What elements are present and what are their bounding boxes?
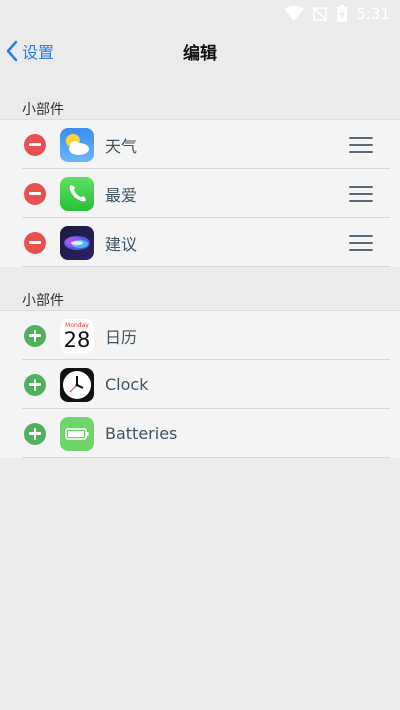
- drag-handle[interactable]: [349, 234, 373, 251]
- back-label: 设置: [22, 43, 55, 62]
- add-button[interactable]: [24, 324, 46, 347]
- item-label: 日历: [105, 327, 138, 347]
- item-label: 建议: [105, 234, 138, 254]
- list-item: Clock: [0, 360, 400, 409]
- battery-icon: [60, 416, 94, 451]
- add-button[interactable]: [24, 422, 46, 445]
- active-widgets-list: 天气 最爱 建议: [0, 119, 400, 267]
- no-signal-icon: [313, 7, 328, 21]
- remove-button[interactable]: [24, 182, 46, 205]
- page-title: 编辑: [183, 43, 217, 64]
- section-header-active: 小部件: [22, 102, 64, 118]
- list-item: Batteries: [0, 409, 400, 458]
- item-label: Batteries: [105, 424, 178, 443]
- list-item: 建议: [0, 218, 400, 267]
- siri-icon: [60, 225, 94, 260]
- chevron-left-icon: [6, 40, 18, 62]
- remove-button[interactable]: [24, 231, 46, 254]
- status-time: 5:31: [356, 5, 390, 23]
- list-item: 天气: [0, 120, 400, 169]
- list-item: 最爱: [0, 169, 400, 218]
- drag-handle[interactable]: [349, 185, 373, 202]
- calendar-icon: Monday 28: [60, 318, 94, 353]
- remove-button[interactable]: [24, 133, 46, 156]
- list-item: Monday 28 日历: [0, 311, 400, 360]
- nav-bar: 设置 编辑: [0, 28, 400, 74]
- back-button[interactable]: 设置: [6, 38, 54, 64]
- phone-icon: [60, 176, 94, 211]
- item-label: Clock: [105, 375, 149, 394]
- item-label: 最爱: [105, 185, 138, 205]
- add-button[interactable]: [24, 373, 46, 396]
- section-header-more: 小部件: [22, 293, 64, 309]
- more-widgets-list: Monday 28 日历 Clock Batteries: [0, 310, 400, 458]
- weather-icon: [60, 127, 94, 162]
- status-bar: 5:31: [0, 0, 400, 28]
- clock-icon: [60, 367, 94, 402]
- wifi-icon: [284, 6, 305, 21]
- battery-charging-icon: [337, 5, 348, 22]
- drag-handle[interactable]: [349, 136, 373, 153]
- item-label: 天气: [105, 136, 138, 156]
